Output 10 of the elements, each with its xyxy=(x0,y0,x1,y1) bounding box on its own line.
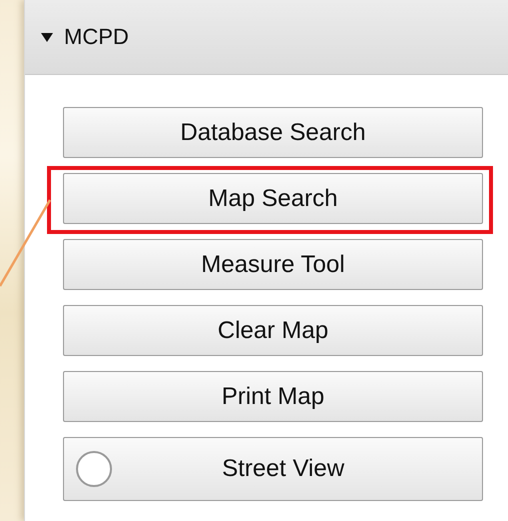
radio-indicator[interactable] xyxy=(76,451,112,487)
tool-button[interactable]: Map Search xyxy=(63,173,483,224)
tool-button[interactable]: Database Search xyxy=(63,107,483,158)
panel-title: MCPD xyxy=(64,24,129,50)
tool-button[interactable]: Clear Map xyxy=(63,305,483,356)
tool-button[interactable]: Measure Tool xyxy=(63,239,483,290)
tool-button[interactable]: Street View xyxy=(63,437,483,501)
panel-header[interactable]: MCPD xyxy=(25,0,508,75)
tool-button[interactable]: Print Map xyxy=(63,371,483,422)
caret-icon xyxy=(40,30,54,44)
